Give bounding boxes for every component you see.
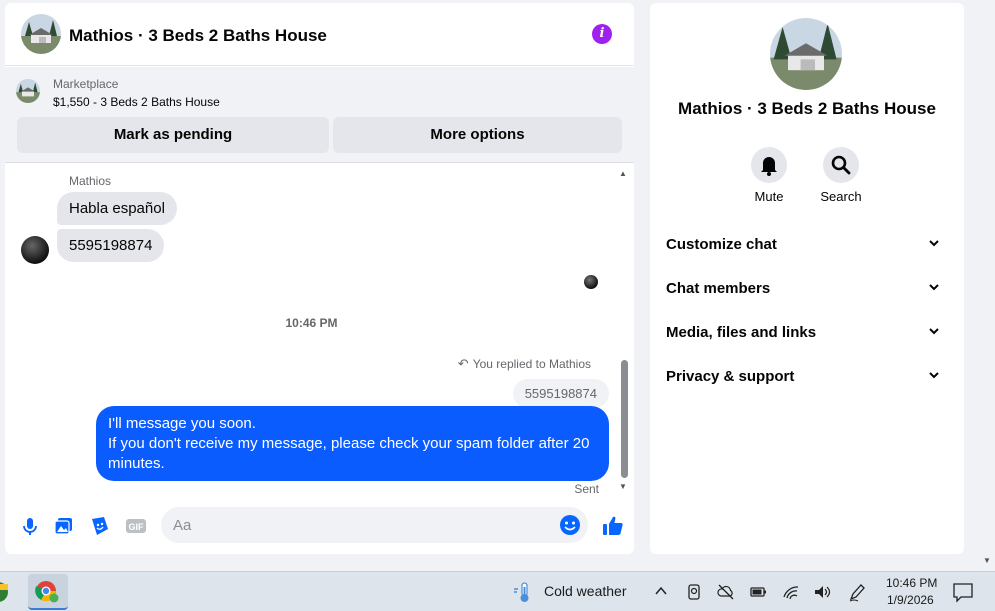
chrome-taskbar-button[interactable] bbox=[28, 574, 68, 610]
chevron-down-icon bbox=[929, 328, 939, 335]
mark-pending-button[interactable]: Mark as pending bbox=[17, 117, 329, 153]
composer: GIF bbox=[5, 503, 634, 549]
message-timestamp: 10:46 PM bbox=[285, 316, 338, 330]
chat-header: Mathios · 3 Beds 2 Baths House i bbox=[5, 3, 634, 66]
chat-details-panel: Mathios · 3 Beds 2 Baths House Mute Sear… bbox=[650, 3, 964, 554]
message-list: Mathios Habla español 5595198874 10:46 P… bbox=[5, 164, 634, 498]
cloud-offline-icon[interactable] bbox=[717, 583, 735, 601]
section-label: Chat members bbox=[666, 280, 771, 297]
listing-source: Marketplace bbox=[53, 77, 119, 91]
sent-message-line: minutes. bbox=[108, 455, 165, 472]
windows-taskbar: Cold weather 10:46 PM 1/9/2026 bbox=[0, 571, 995, 611]
sticker-icon[interactable] bbox=[89, 515, 111, 537]
mute-label: Mute bbox=[754, 189, 784, 204]
bell-icon bbox=[761, 157, 777, 176]
seen-indicator-avatar bbox=[584, 275, 598, 289]
battery-icon[interactable] bbox=[749, 583, 767, 601]
profile-avatar[interactable] bbox=[770, 18, 842, 90]
like-thumbs-up-icon[interactable] bbox=[601, 514, 625, 538]
mute-button[interactable] bbox=[751, 147, 787, 183]
section-label: Customize chat bbox=[666, 236, 777, 253]
received-message[interactable]: 5595198874 bbox=[57, 229, 165, 262]
section-customize-chat[interactable]: Customize chat bbox=[666, 233, 948, 257]
sent-message-line: I'll message you soon. bbox=[108, 415, 256, 432]
gif-label: GIF bbox=[129, 522, 145, 532]
sender-name: Mathios bbox=[69, 174, 112, 188]
listing-banner: Marketplace $1,550 - 3 Beds 2 Baths Hous… bbox=[5, 67, 634, 163]
emoji-icon[interactable] bbox=[559, 514, 581, 536]
message-input-wrapper bbox=[161, 507, 588, 543]
pen-icon[interactable] bbox=[848, 582, 866, 602]
thermometer-weather-icon[interactable] bbox=[512, 581, 536, 603]
notifications-icon[interactable] bbox=[952, 581, 974, 603]
profile-name: Mathios · 3 Beds 2 Baths House bbox=[678, 99, 936, 118]
listing-price-title[interactable]: $1,550 - 3 Beds 2 Baths House bbox=[53, 95, 220, 109]
chrome-icon bbox=[35, 581, 59, 603]
listing-thumbnail[interactable] bbox=[16, 79, 40, 103]
section-chat-members[interactable]: Chat members bbox=[666, 277, 948, 301]
app-icon-partial[interactable] bbox=[0, 580, 10, 604]
sent-message-line: If you don't receive my message, please … bbox=[108, 435, 590, 452]
sent-message[interactable]: I'll message you soon. If you don't rece… bbox=[96, 406, 609, 481]
microphone-icon[interactable] bbox=[19, 515, 41, 537]
message-input[interactable] bbox=[173, 507, 553, 543]
reply-note: ↶ You replied to Mathios bbox=[458, 356, 591, 372]
more-options-button[interactable]: More options bbox=[333, 117, 622, 153]
chat-panel: Mathios · 3 Beds 2 Baths House i Marketp… bbox=[5, 3, 634, 554]
photo-icon[interactable] bbox=[53, 515, 75, 537]
chevron-down-icon bbox=[929, 240, 939, 247]
section-label: Privacy & support bbox=[666, 368, 795, 385]
search-icon bbox=[831, 155, 851, 175]
chevron-up-icon[interactable] bbox=[654, 584, 668, 598]
scroll-up-arrow-icon[interactable]: ▲ bbox=[619, 169, 627, 178]
page-scroll-down-arrow-icon[interactable]: ▼ bbox=[983, 556, 991, 565]
weather-text[interactable]: Cold weather bbox=[544, 583, 627, 599]
volume-icon[interactable] bbox=[813, 583, 831, 601]
search-button[interactable] bbox=[823, 147, 859, 183]
quoted-message[interactable]: 5595198874 bbox=[512, 379, 609, 408]
reply-arrow-icon: ↶ bbox=[457, 356, 469, 371]
chat-avatar[interactable] bbox=[21, 14, 61, 54]
wifi-icon[interactable] bbox=[782, 583, 800, 601]
gif-icon[interactable]: GIF bbox=[125, 515, 147, 537]
message-scrollbar[interactable] bbox=[621, 360, 628, 478]
section-privacy-support[interactable]: Privacy & support bbox=[666, 365, 948, 389]
sender-avatar[interactable] bbox=[21, 236, 49, 264]
sent-status: Sent bbox=[574, 482, 599, 496]
chat-title: Mathios · 3 Beds 2 Baths House bbox=[69, 26, 327, 45]
clock-time[interactable]: 10:46 PM bbox=[886, 576, 937, 590]
scroll-down-arrow-icon[interactable]: ▼ bbox=[619, 482, 627, 491]
chevron-down-icon bbox=[929, 372, 939, 379]
search-label: Search bbox=[820, 189, 862, 204]
section-media-files-links[interactable]: Media, files and links bbox=[666, 321, 948, 345]
reply-note-text: You replied to Mathios bbox=[472, 357, 591, 371]
chevron-down-icon bbox=[929, 284, 939, 291]
info-icon[interactable]: i bbox=[592, 24, 612, 44]
camera-icon[interactable] bbox=[686, 583, 702, 601]
section-label: Media, files and links bbox=[666, 324, 817, 341]
received-message[interactable]: Habla español bbox=[57, 192, 177, 225]
clock-date[interactable]: 1/9/2026 bbox=[887, 593, 934, 607]
